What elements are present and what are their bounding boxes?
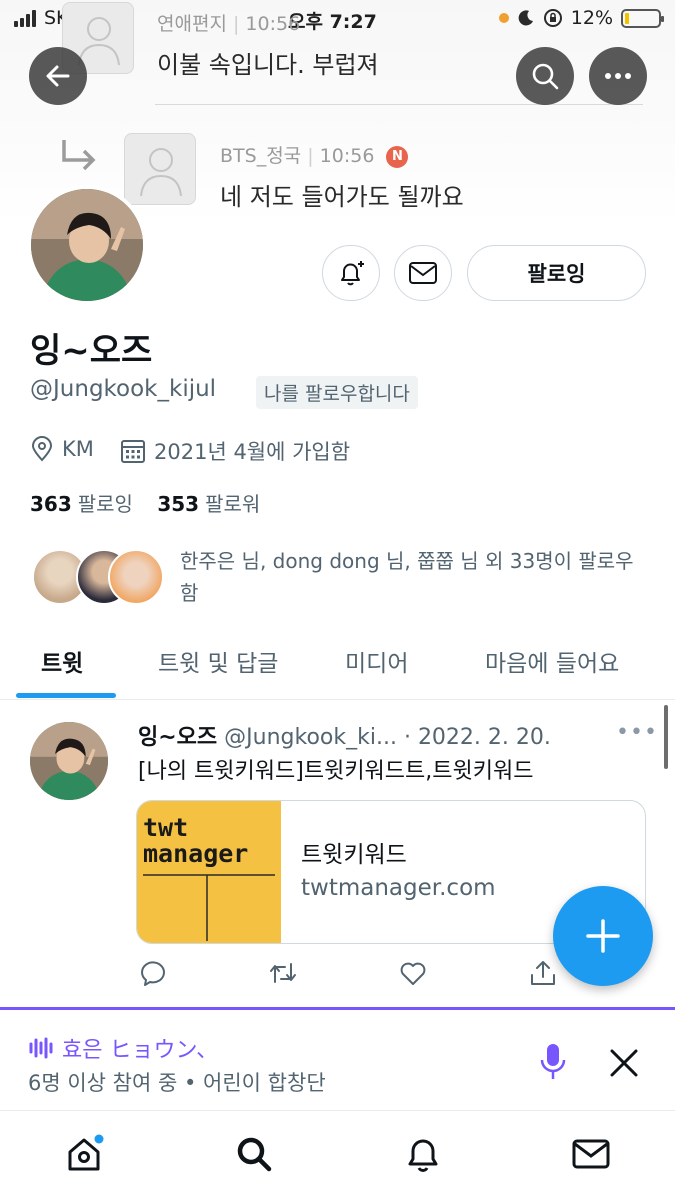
reply-icon[interactable]	[138, 958, 168, 988]
messages-envelope-icon[interactable]	[571, 1134, 611, 1174]
rotation-lock-icon	[543, 9, 562, 27]
home-icon[interactable]	[64, 1134, 104, 1174]
search-button[interactable]	[516, 47, 574, 105]
like-icon[interactable]	[398, 958, 428, 988]
dm-divider	[155, 104, 643, 105]
bottom-nav	[0, 1112, 675, 1200]
profile-tabs: 트윗 트윗 및 답글 미디어 마음에 들어요	[0, 630, 675, 700]
reply-arrow-icon	[62, 140, 96, 171]
close-icon[interactable]	[608, 1047, 640, 1079]
signal-icon	[14, 9, 36, 27]
profile-avatar[interactable]	[27, 185, 147, 305]
privacy-indicator-icon	[498, 13, 509, 23]
dm-message-text: 이불 속입니다. 부럽져	[157, 51, 379, 79]
dm-meta: BTS_정국 | 10:56 N	[220, 141, 409, 168]
card-logo-line2: manager	[143, 839, 249, 868]
moon-icon	[518, 10, 533, 26]
message-button[interactable]	[394, 245, 452, 301]
space-title: 효은 ヒョウン、	[28, 1032, 218, 1064]
ellipsis-icon	[605, 73, 631, 79]
envelope-icon	[409, 262, 437, 284]
dm-avatar	[124, 133, 196, 205]
dm-meta: 연애편지 | 10:56	[157, 13, 301, 35]
dm-sender: BTS_정국	[220, 145, 302, 167]
active-tab-indicator	[16, 693, 116, 698]
space-subtitle: 6명 이상 참여 중 • 어린이 합창단	[28, 1071, 326, 1095]
followers-count: 353	[157, 492, 200, 516]
following-count: 363	[30, 492, 72, 516]
notifications-button[interactable]	[322, 245, 380, 301]
card-url: twtmanager.com	[301, 875, 496, 901]
followers-label: 팔로워	[205, 492, 261, 516]
tweet-text: [나의 트윗키워드]트윗키워드트,트윗키워드	[138, 759, 534, 784]
card-title: 트윗키워드	[301, 842, 407, 868]
compose-tweet-button[interactable]	[553, 886, 653, 986]
bell-plus-icon	[341, 261, 364, 286]
location-label: KM	[62, 437, 94, 461]
battery-percent: 12%	[570, 7, 613, 29]
retweet-icon[interactable]	[268, 958, 298, 988]
more-options-button[interactable]	[589, 47, 647, 105]
dm-sender: 연애편지	[157, 13, 227, 35]
card-thumbnail: twt manager	[137, 801, 281, 943]
follows-you-badge: 나를 팔로우합니다	[256, 376, 418, 409]
followers-link[interactable]: 353 팔로워	[157, 492, 260, 516]
new-badge: N	[386, 145, 409, 168]
card-logo-line1: twt	[143, 813, 189, 842]
dm-time: 10:56	[245, 13, 301, 35]
audio-wave-icon	[29, 1037, 53, 1059]
calendar-icon	[121, 440, 145, 463]
tab-tweets-replies[interactable]: 트윗 및 답글	[158, 644, 278, 678]
following-label: 팔로잉	[77, 492, 133, 516]
microphone-icon[interactable]	[538, 1042, 568, 1082]
search-icon	[532, 63, 559, 90]
location-pin-icon	[31, 436, 53, 462]
tweet-author-name[interactable]: 잉~오즈	[138, 725, 217, 750]
notifications-bell-icon[interactable]	[403, 1134, 443, 1174]
tab-tweets[interactable]: 트윗	[41, 644, 83, 678]
display-name: 잉~오즈	[30, 331, 153, 371]
location: KM	[30, 436, 94, 462]
card-logo: twt manager	[143, 815, 248, 867]
profile-handle: @Jungkook_kijul	[30, 376, 217, 402]
tweet-avatar[interactable]	[30, 722, 108, 800]
dm-time: 10:56	[319, 145, 375, 167]
following-button[interactable]: 팔로잉	[467, 245, 646, 301]
battery-icon	[621, 8, 664, 28]
tweet-author-handle[interactable]: @Jungkook_ki...	[224, 725, 397, 750]
join-date-label: 2021년 4월에 가입함	[154, 440, 351, 464]
scrollbar[interactable]	[664, 705, 668, 769]
back-button[interactable]	[29, 47, 87, 105]
following-link[interactable]: 363 팔로잉	[30, 492, 133, 516]
space-title-text: 효은 ヒョウン、	[62, 1038, 219, 1063]
clock: 오후 7:27	[288, 11, 377, 33]
tweet-more-icon[interactable]: •••	[616, 720, 658, 745]
followed-by-text[interactable]: 한주은 님, dong dong 님, 쭙쭙 님 외 33명이 팔로우함	[180, 545, 650, 609]
plus-icon	[586, 919, 620, 953]
search-icon[interactable]	[234, 1134, 274, 1174]
tweet-header: 잉~오즈 @Jungkook_ki... · 2022. 2. 20.	[138, 719, 551, 751]
follower-avatar[interactable]	[108, 549, 164, 605]
tweet-date[interactable]: · 2022. 2. 20.	[404, 725, 551, 750]
share-icon[interactable]	[528, 958, 558, 988]
follow-counts: 363 팔로잉 353 팔로워	[30, 488, 260, 517]
join-date: 2021년 4월에 가입함	[120, 436, 350, 466]
spaces-bar[interactable]: 효은 ヒョウン、 6명 이상 참여 중 • 어린이 합창단	[0, 1007, 675, 1111]
tab-media[interactable]: 미디어	[345, 644, 408, 678]
arrow-left-icon	[46, 65, 70, 87]
dm-message-text: 네 저도 들어가도 될까요	[220, 183, 464, 211]
tab-likes[interactable]: 마음에 들어요	[485, 644, 619, 678]
